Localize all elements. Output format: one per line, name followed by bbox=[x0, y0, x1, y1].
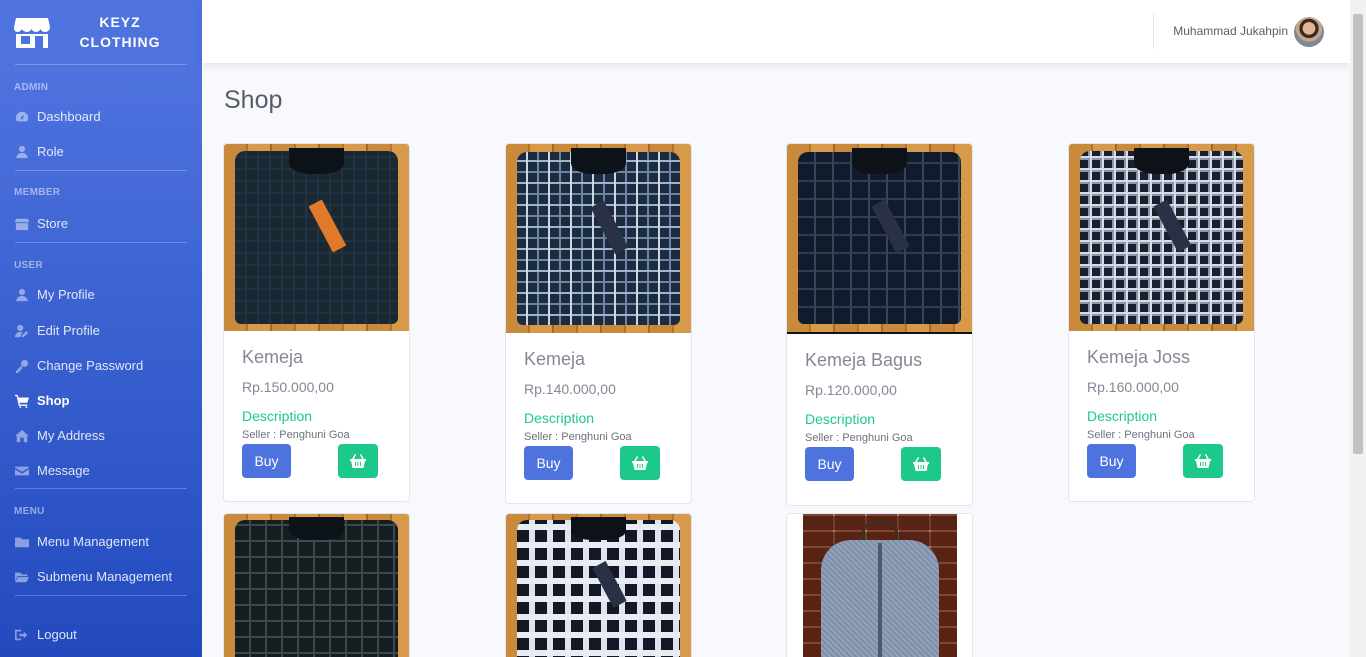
product-name: Kemeja Bagus bbox=[805, 350, 923, 370]
sidebar-item-menu-management[interactable]: Menu Management bbox=[0, 524, 202, 559]
product-price: Rp.140.000,00 bbox=[524, 381, 616, 397]
sidebar: KEYZ CLOTHING ADMIN Dashboard Role MEMBE… bbox=[0, 0, 202, 657]
buy-button[interactable]: Buy bbox=[242, 444, 291, 478]
product-price: Rp.160.000,00 bbox=[1087, 379, 1179, 395]
product-card: Kemeja Bagus Rp.120.000,00 Description S… bbox=[786, 143, 973, 506]
sidebar-item-label: Logout bbox=[37, 627, 77, 642]
sidebar-item-label: My Profile bbox=[37, 287, 95, 302]
sidebar-item-change-password[interactable]: Change Password bbox=[0, 348, 202, 383]
add-to-cart-button[interactable] bbox=[338, 444, 378, 478]
sidebar-item-my-profile[interactable]: My Profile bbox=[0, 277, 202, 312]
page-title: Shop bbox=[224, 86, 283, 114]
sidebar-heading-user: USER bbox=[14, 260, 43, 271]
product-description-link[interactable]: Description bbox=[242, 408, 391, 424]
sidebar-item-label: My Address bbox=[37, 428, 105, 443]
product-image bbox=[506, 144, 691, 333]
sidebar-item-label: Message bbox=[37, 463, 90, 478]
product-description-link[interactable]: Description bbox=[805, 411, 954, 427]
folder-open-icon bbox=[15, 570, 29, 584]
sidebar-item-logout[interactable]: Logout bbox=[0, 617, 202, 652]
brand-link[interactable]: KEYZ CLOTHING bbox=[0, 0, 202, 64]
sidebar-item-edit-profile[interactable]: Edit Profile bbox=[0, 313, 202, 348]
add-to-cart-button[interactable] bbox=[901, 447, 941, 481]
sign-out-icon bbox=[15, 628, 29, 642]
user-edit-icon bbox=[15, 324, 29, 338]
tachometer-icon bbox=[15, 110, 29, 124]
product-name: Kemeja bbox=[242, 347, 304, 367]
scrollbar[interactable] bbox=[1350, 0, 1366, 657]
user-icon bbox=[15, 288, 29, 302]
product-description-link[interactable]: Description bbox=[524, 410, 673, 426]
product-card bbox=[223, 513, 410, 657]
sidebar-item-label: Menu Management bbox=[37, 534, 150, 549]
product-card bbox=[505, 513, 692, 657]
product-image bbox=[1069, 144, 1254, 331]
product-image bbox=[224, 144, 409, 331]
scrollbar-thumb[interactable] bbox=[1353, 14, 1363, 454]
product-card: Kemeja Joss Rp.160.000,00 Description Se… bbox=[1068, 143, 1255, 502]
sidebar-item-shop[interactable]: Shop bbox=[0, 383, 202, 418]
product-name: Kemeja Joss bbox=[1087, 347, 1191, 367]
product-seller: Seller : Penghuni Goa bbox=[242, 429, 350, 441]
sidebar-divider bbox=[15, 170, 187, 171]
envelope-icon bbox=[15, 464, 29, 478]
avatar[interactable] bbox=[1294, 17, 1324, 47]
sidebar-item-dashboard[interactable]: Dashboard bbox=[0, 99, 202, 134]
shopping-basket-icon bbox=[1195, 454, 1211, 468]
topbar: Muhammad Jukahpin bbox=[202, 0, 1350, 63]
key-icon bbox=[15, 359, 29, 373]
store-icon bbox=[15, 217, 29, 231]
product-image bbox=[506, 514, 691, 657]
brand-name-line2: CLOTHING bbox=[79, 34, 161, 50]
product-seller: Seller : Penghuni Goa bbox=[524, 431, 632, 443]
buy-button[interactable]: Buy bbox=[524, 446, 573, 480]
sidebar-item-label: Dashboard bbox=[37, 109, 101, 124]
shopping-basket-icon bbox=[913, 457, 929, 471]
sidebar-heading-admin: ADMIN bbox=[14, 82, 49, 93]
shopping-cart-icon bbox=[15, 394, 29, 408]
user-name[interactable]: Muhammad Jukahpin bbox=[1173, 24, 1288, 38]
sidebar-item-label: Store bbox=[37, 216, 69, 231]
sidebar-heading-menu: MENU bbox=[14, 506, 45, 517]
add-to-cart-button[interactable] bbox=[620, 446, 660, 480]
sidebar-item-label: Change Password bbox=[37, 358, 144, 373]
product-description-link[interactable]: Description bbox=[1087, 408, 1236, 424]
product-card: Kemeja Rp.150.000,00 Description Seller … bbox=[223, 143, 410, 502]
sidebar-item-label: Submenu Management bbox=[37, 569, 173, 584]
add-to-cart-button[interactable] bbox=[1183, 444, 1223, 478]
sidebar-divider bbox=[15, 595, 187, 596]
shopping-basket-icon bbox=[350, 454, 366, 468]
user-icon bbox=[15, 145, 29, 159]
sidebar-item-label: Role bbox=[37, 144, 64, 159]
sidebar-item-label: Edit Profile bbox=[37, 323, 100, 338]
product-card: Kemeja Rp.140.000,00 Description Seller … bbox=[505, 143, 692, 504]
sidebar-item-label: Shop bbox=[37, 393, 70, 408]
sidebar-divider bbox=[15, 488, 187, 489]
product-seller: Seller : Penghuni Goa bbox=[1087, 429, 1195, 441]
sidebar-divider bbox=[15, 64, 187, 65]
sidebar-item-role[interactable]: Role bbox=[0, 134, 202, 169]
brand-name-line1: KEYZ bbox=[99, 14, 141, 30]
product-image bbox=[787, 514, 972, 657]
topbar-divider bbox=[1153, 13, 1154, 49]
buy-button[interactable]: Buy bbox=[805, 447, 854, 481]
sidebar-divider bbox=[15, 242, 187, 243]
store-icon bbox=[14, 18, 50, 48]
product-seller: Seller : Penghuni Goa bbox=[805, 432, 913, 444]
buy-button[interactable]: Buy bbox=[1087, 444, 1136, 478]
product-price: Rp.120.000,00 bbox=[805, 382, 897, 398]
product-name: Kemeja bbox=[524, 349, 586, 369]
folder-icon bbox=[15, 535, 29, 549]
product-price: Rp.150.000,00 bbox=[242, 379, 334, 395]
sidebar-item-submenu-management[interactable]: Submenu Management bbox=[0, 559, 202, 594]
product-image bbox=[787, 144, 972, 334]
sidebar-item-my-address[interactable]: My Address bbox=[0, 418, 202, 453]
product-image bbox=[224, 514, 409, 657]
sidebar-item-store[interactable]: Store bbox=[0, 206, 202, 241]
sidebar-heading-member: MEMBER bbox=[14, 187, 61, 198]
product-card bbox=[786, 513, 973, 657]
sidebar-item-message[interactable]: Message bbox=[0, 453, 202, 488]
home-icon bbox=[15, 429, 29, 443]
shopping-basket-icon bbox=[632, 456, 648, 470]
